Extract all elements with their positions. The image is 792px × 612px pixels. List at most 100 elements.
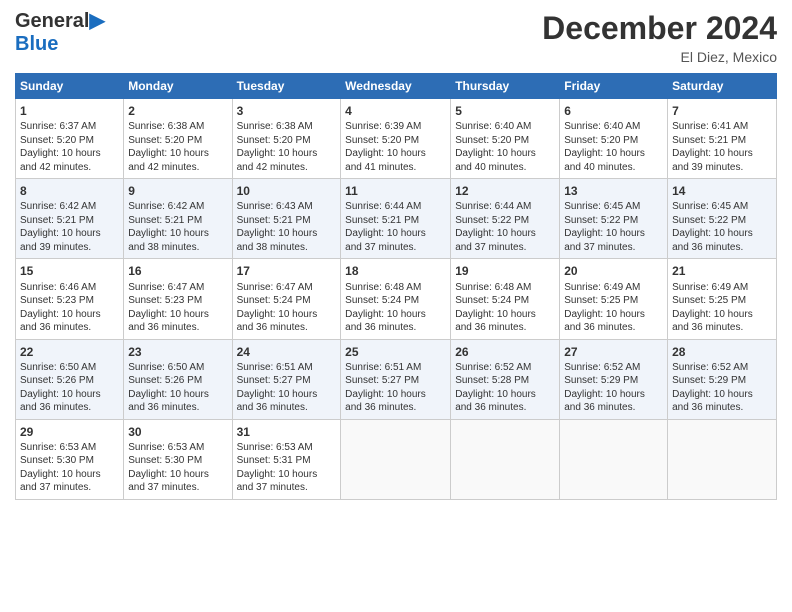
day-details: Sunrise: 6:53 AM Sunset: 5:30 PM Dayligh… (20, 441, 119, 495)
day-number: 15 (20, 263, 119, 279)
table-cell: 23Sunrise: 6:50 AM Sunset: 5:26 PM Dayli… (124, 339, 232, 419)
table-cell: 10Sunrise: 6:43 AM Sunset: 5:21 PM Dayli… (232, 179, 341, 259)
day-number: 21 (672, 263, 772, 279)
table-cell: 20 Sunrise: 6:49 AM Sunset: 5:25 PM Dayli… (560, 259, 668, 339)
day-number: 1 (20, 103, 119, 119)
table-cell: 17 Sunrise: 6:47 AM Sunset: 5:24 PM Dayli… (232, 259, 341, 339)
col-tuesday: Tuesday (232, 74, 341, 99)
day-number: 12 (455, 183, 555, 199)
day-number: 28 (672, 344, 772, 360)
table-row: 8Sunrise: 6:42 AM Sunset: 5:21 PM Daylig… (16, 179, 777, 259)
day-number: 24 (237, 344, 337, 360)
day-details: Sunrise: 6:48 AM Sunset: 5:24 PM Dayligh… (455, 281, 555, 335)
day-details: Sunrise: 6:39 AM Sunset: 5:20 PM Dayligh… (345, 120, 446, 174)
table-cell: 15 Sunrise: 6:46 AM Sunset: 5:23 PM Dayli… (16, 259, 124, 339)
table-cell: 5Sunrise: 6:40 AM Sunset: 5:20 PM Daylig… (451, 99, 560, 179)
table-cell: 7Sunrise: 6:41 AM Sunset: 5:21 PM Daylig… (668, 99, 777, 179)
table-cell: 9Sunrise: 6:42 AM Sunset: 5:21 PM Daylig… (124, 179, 232, 259)
table-cell: 18 Sunrise: 6:48 AM Sunset: 5:24 PM Dayli… (341, 259, 451, 339)
day-number: 18 (345, 263, 446, 279)
day-number: 8 (20, 183, 119, 199)
day-details: Sunrise: 6:49 AM Sunset: 5:25 PM Dayligh… (564, 281, 663, 335)
header-row: Sunday Monday Tuesday Wednesday Thursday… (16, 74, 777, 99)
day-details: Sunrise: 6:53 AM Sunset: 5:31 PM Dayligh… (237, 441, 337, 495)
title-block: December 2024 El Diez, Mexico (542, 10, 777, 65)
day-number: 7 (672, 103, 772, 119)
month-title: December 2024 (542, 10, 777, 47)
day-details: Sunrise: 6:40 AM Sunset: 5:20 PM Dayligh… (455, 120, 555, 174)
table-cell: 13Sunrise: 6:45 AM Sunset: 5:22 PM Dayli… (560, 179, 668, 259)
table-cell: 3Sunrise: 6:38 AM Sunset: 5:20 PM Daylig… (232, 99, 341, 179)
day-details: Sunrise: 6:48 AM Sunset: 5:24 PM Dayligh… (345, 281, 446, 335)
table-cell: 30Sunrise: 6:53 AM Sunset: 5:30 PM Dayli… (124, 419, 232, 499)
day-details: Sunrise: 6:37 AM Sunset: 5:20 PM Dayligh… (20, 120, 119, 174)
day-details: Sunrise: 6:52 AM Sunset: 5:29 PM Dayligh… (564, 361, 663, 415)
day-number: 6 (564, 103, 663, 119)
day-number: 2 (128, 103, 227, 119)
table-cell: 1Sunrise: 6:37 AM Sunset: 5:20 PM Daylig… (16, 99, 124, 179)
day-number: 27 (564, 344, 663, 360)
table-row: 1Sunrise: 6:37 AM Sunset: 5:20 PM Daylig… (16, 99, 777, 179)
table-row: 29Sunrise: 6:53 AM Sunset: 5:30 PM Dayli… (16, 419, 777, 499)
day-details: Sunrise: 6:42 AM Sunset: 5:21 PM Dayligh… (20, 200, 119, 254)
table-cell: 29Sunrise: 6:53 AM Sunset: 5:30 PM Dayli… (16, 419, 124, 499)
day-details: Sunrise: 6:50 AM Sunset: 5:26 PM Dayligh… (20, 361, 119, 415)
col-sunday: Sunday (16, 74, 124, 99)
day-details: Sunrise: 6:52 AM Sunset: 5:28 PM Dayligh… (455, 361, 555, 415)
day-number: 20 (564, 263, 663, 279)
day-number: 19 (455, 263, 555, 279)
table-cell: 25Sunrise: 6:51 AM Sunset: 5:27 PM Dayli… (341, 339, 451, 419)
day-number: 30 (128, 424, 227, 440)
day-number: 23 (128, 344, 227, 360)
table-cell: 12Sunrise: 6:44 AM Sunset: 5:22 PM Dayli… (451, 179, 560, 259)
day-details: Sunrise: 6:40 AM Sunset: 5:20 PM Dayligh… (564, 120, 663, 174)
table-cell: 21Sunrise: 6:49 AM Sunset: 5:25 PM Dayli… (668, 259, 777, 339)
table-cell (668, 419, 777, 499)
day-details: Sunrise: 6:51 AM Sunset: 5:27 PM Dayligh… (237, 361, 337, 415)
table-cell: 27Sunrise: 6:52 AM Sunset: 5:29 PM Dayli… (560, 339, 668, 419)
table-cell: 31Sunrise: 6:53 AM Sunset: 5:31 PM Dayli… (232, 419, 341, 499)
table-cell (451, 419, 560, 499)
calendar-table: Sunday Monday Tuesday Wednesday Thursday… (15, 73, 777, 500)
location: El Diez, Mexico (542, 49, 777, 65)
col-wednesday: Wednesday (341, 74, 451, 99)
day-details: Sunrise: 6:50 AM Sunset: 5:26 PM Dayligh… (128, 361, 227, 415)
day-details: Sunrise: 6:51 AM Sunset: 5:27 PM Dayligh… (345, 361, 446, 415)
table-cell: 4Sunrise: 6:39 AM Sunset: 5:20 PM Daylig… (341, 99, 451, 179)
day-number: 31 (237, 424, 337, 440)
table-cell: 8Sunrise: 6:42 AM Sunset: 5:21 PM Daylig… (16, 179, 124, 259)
table-cell: 28Sunrise: 6:52 AM Sunset: 5:29 PM Dayli… (668, 339, 777, 419)
table-cell: 24Sunrise: 6:51 AM Sunset: 5:27 PM Dayli… (232, 339, 341, 419)
table-cell: 16Sunrise: 6:47 AM Sunset: 5:23 PM Dayli… (124, 259, 232, 339)
day-details: Sunrise: 6:44 AM Sunset: 5:22 PM Dayligh… (455, 200, 555, 254)
col-monday: Monday (124, 74, 232, 99)
day-number: 14 (672, 183, 772, 199)
day-details: Sunrise: 6:38 AM Sunset: 5:20 PM Dayligh… (237, 120, 337, 174)
table-cell: 19 Sunrise: 6:48 AM Sunset: 5:24 PM Dayli… (451, 259, 560, 339)
day-details: Sunrise: 6:47 AM Sunset: 5:24 PM Dayligh… (237, 281, 337, 335)
table-cell: 26Sunrise: 6:52 AM Sunset: 5:28 PM Dayli… (451, 339, 560, 419)
day-details: Sunrise: 6:45 AM Sunset: 5:22 PM Dayligh… (672, 200, 772, 254)
col-saturday: Saturday (668, 74, 777, 99)
day-number: 13 (564, 183, 663, 199)
day-details: Sunrise: 6:44 AM Sunset: 5:21 PM Dayligh… (345, 200, 446, 254)
day-number: 25 (345, 344, 446, 360)
day-details: Sunrise: 6:43 AM Sunset: 5:21 PM Dayligh… (237, 200, 337, 254)
header: General▶ Blue December 2024 El Diez, Mex… (15, 10, 777, 65)
day-details: Sunrise: 6:46 AM Sunset: 5:23 PM Dayligh… (20, 281, 119, 335)
day-number: 10 (237, 183, 337, 199)
day-number: 26 (455, 344, 555, 360)
day-number: 17 (237, 263, 337, 279)
day-details: Sunrise: 6:45 AM Sunset: 5:22 PM Dayligh… (564, 200, 663, 254)
table-cell: 2Sunrise: 6:38 AM Sunset: 5:20 PM Daylig… (124, 99, 232, 179)
day-number: 4 (345, 103, 446, 119)
day-number: 29 (20, 424, 119, 440)
day-details: Sunrise: 6:42 AM Sunset: 5:21 PM Dayligh… (128, 200, 227, 254)
table-row: 22Sunrise: 6:50 AM Sunset: 5:26 PM Dayli… (16, 339, 777, 419)
day-number: 9 (128, 183, 227, 199)
table-row: 15 Sunrise: 6:46 AM Sunset: 5:23 PM Dayli… (16, 259, 777, 339)
logo: General▶ Blue (15, 10, 105, 56)
day-details: Sunrise: 6:38 AM Sunset: 5:20 PM Dayligh… (128, 120, 227, 174)
logo-line2: Blue (15, 33, 105, 56)
day-number: 3 (237, 103, 337, 119)
